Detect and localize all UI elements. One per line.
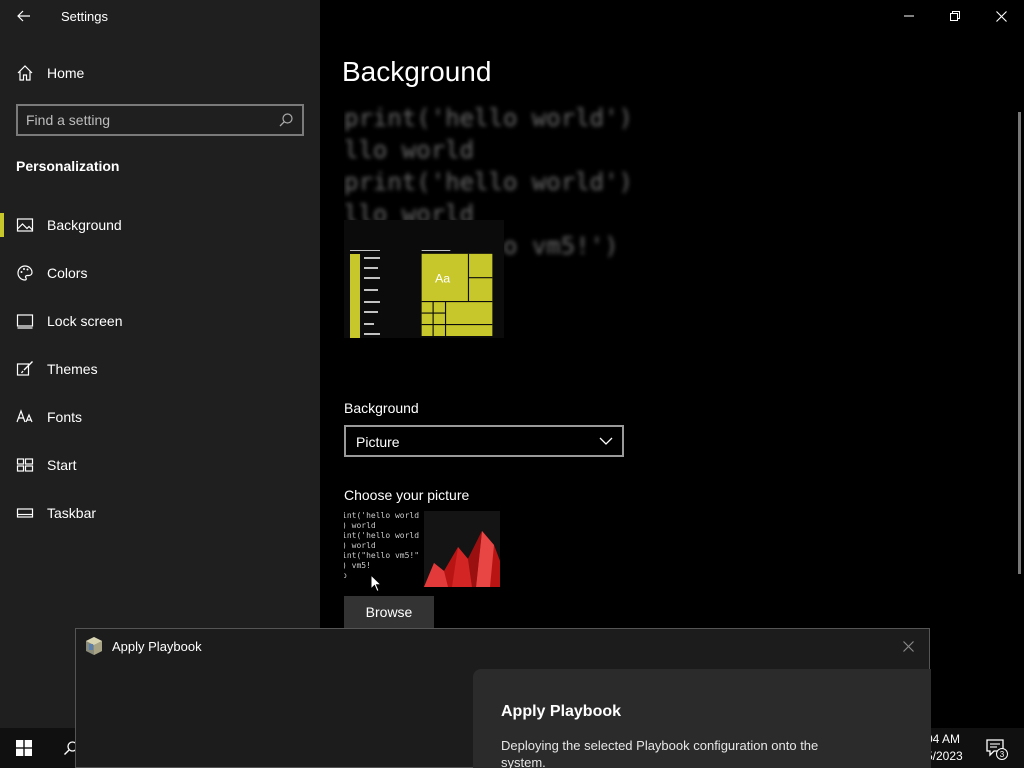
back-button[interactable] — [10, 4, 38, 28]
dialog-close-button[interactable] — [897, 635, 919, 657]
sidebar-item-start[interactable]: Start — [0, 445, 320, 485]
clock-date: 5/2023 — [926, 749, 963, 763]
dialog-description: Deploying the selected Playbook configur… — [501, 738, 819, 768]
search-input[interactable] — [26, 111, 266, 129]
sidebar-item-label: Taskbar — [47, 505, 97, 521]
choose-picture-label: Choose your picture — [344, 487, 470, 503]
browse-button[interactable]: Browse — [344, 596, 434, 628]
back-arrow-icon — [17, 10, 30, 22]
background-label: Background — [344, 400, 419, 416]
sidebar-item-themes[interactable]: Themes — [0, 349, 320, 389]
close-icon — [995, 10, 1007, 22]
apply-playbook-dialog: Apply Playbook Apply Playbook Deploying … — [75, 628, 931, 768]
sidebar-item-label: Fonts — [47, 409, 83, 425]
sidebar-item-label: Start — [47, 457, 77, 473]
notification-count: 3 — [1000, 750, 1005, 759]
sidebar-item-lock-screen[interactable]: Lock screen — [0, 301, 320, 341]
start-icon — [16, 458, 34, 472]
preview-start-list — [350, 250, 380, 338]
dialog-heading: Apply Playbook — [501, 703, 622, 720]
sidebar-item-label: Themes — [47, 361, 98, 377]
background-type-dropdown[interactable]: Picture — [344, 425, 624, 457]
sidebar-item-label: Lock screen — [47, 313, 123, 329]
picture-icon — [16, 218, 34, 232]
notification-icon: 3 — [986, 739, 1008, 760]
font-icon — [16, 409, 33, 423]
start-button[interactable] — [0, 728, 48, 768]
sidebar-item-colors[interactable]: Colors — [0, 253, 320, 293]
picture-thumbnail-code[interactable]: int('hello world ) world int('hello worl… — [344, 511, 420, 587]
minimize-icon — [904, 15, 914, 17]
palette-icon — [17, 265, 33, 281]
background-preview: print('hello world') llo world print('he… — [344, 102, 672, 338]
thumbnail-code-text: int('hello world ) world int('hello worl… — [344, 511, 420, 580]
minimize-button[interactable] — [886, 0, 932, 32]
lock-screen-icon — [16, 314, 34, 329]
restore-button[interactable] — [932, 0, 978, 32]
search-box[interactable] — [16, 104, 304, 136]
close-icon — [902, 640, 914, 652]
scrollbar[interactable] — [1018, 112, 1021, 574]
action-center-button[interactable]: 3 — [976, 728, 1016, 768]
clock-time: 04 AM — [926, 732, 961, 746]
mouse-cursor-icon — [370, 574, 382, 593]
search-icon[interactable] — [278, 112, 294, 128]
sidebar-item-taskbar[interactable]: Taskbar — [0, 493, 320, 533]
preview-tiles: Aa — [421, 250, 493, 336]
sidebar-item-label: Background — [47, 217, 122, 233]
sidebar-item-label: Colors — [47, 265, 88, 281]
brush-icon — [16, 361, 33, 376]
restore-icon — [950, 11, 960, 21]
preview-tile-label: Aa — [435, 271, 450, 285]
close-button[interactable] — [978, 0, 1024, 32]
sidebar-item-fonts[interactable]: Fonts — [0, 397, 320, 437]
taskbar-clock[interactable]: 04 AM 5/2023 — [926, 731, 963, 765]
app-title: Settings — [61, 9, 108, 24]
page-title: Background — [342, 56, 492, 87]
nav-home-label: Home — [47, 65, 85, 81]
windows-logo-icon — [16, 740, 32, 756]
package-icon — [86, 637, 102, 655]
dialog-content-panel: Apply Playbook Deploying the selected Pl… — [473, 669, 931, 768]
title-bar: Settings — [0, 0, 320, 32]
home-icon — [17, 65, 33, 81]
chevron-down-icon — [599, 437, 613, 445]
red-abstract-image — [424, 511, 500, 587]
nav-home[interactable]: Home — [0, 58, 320, 90]
section-title: Personalization — [16, 158, 120, 174]
background-type-value: Picture — [356, 434, 400, 450]
taskbar-icon — [16, 508, 34, 518]
picture-thumbnail-red[interactable] — [424, 511, 500, 587]
dialog-title: Apply Playbook — [112, 639, 202, 654]
sidebar-item-background[interactable]: Background — [0, 205, 320, 245]
